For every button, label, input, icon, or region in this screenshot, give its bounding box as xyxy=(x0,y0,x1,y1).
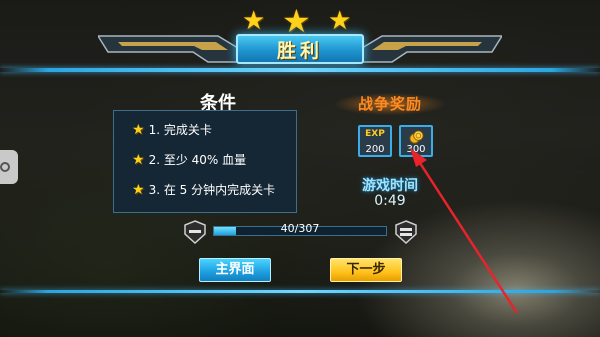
star-rating: ★ ★ ★ xyxy=(0,2,600,40)
banner-wing-left xyxy=(98,35,239,63)
side-menu-icon xyxy=(0,162,10,172)
next-step-button[interactable]: 下一步 xyxy=(330,258,402,282)
rank-badge-icon xyxy=(184,220,206,244)
star-icon: ★ xyxy=(132,121,145,138)
condition-number: 2. xyxy=(148,152,161,167)
conditions-panel: ★ 1. 完成关卡 ★ 2. 至少 40% 血量 ★ 3. 在 5 分钟内完成关… xyxy=(113,110,297,213)
star-icon: ★ xyxy=(132,181,145,198)
banner-wing-right xyxy=(361,35,502,63)
experience-text: 40/307 xyxy=(280,222,320,235)
condition-item: ★ 1. 完成关卡 xyxy=(132,121,212,138)
victory-banner: 胜利 xyxy=(236,34,364,64)
condition-item: ★ 3. 在 5 分钟内完成关卡 xyxy=(132,181,275,198)
coin-reward[interactable]: 300 xyxy=(399,125,433,157)
next-rank-badge-icon xyxy=(395,220,417,244)
condition-number: 1. xyxy=(148,122,161,137)
victory-title: 胜利 xyxy=(276,39,323,62)
exp-label: EXP xyxy=(365,129,385,139)
exp-value: 200 xyxy=(365,144,385,155)
condition-number: 3. xyxy=(148,182,161,197)
condition-text: 至少 40% 血量 xyxy=(163,153,247,167)
condition-text: 在 5 分钟内完成关卡 xyxy=(163,183,276,197)
game-time-value: 0:49 xyxy=(374,193,406,209)
exp-reward[interactable]: EXP 200 xyxy=(358,125,392,157)
condition-item: ★ 2. 至少 40% 血量 xyxy=(132,151,246,168)
bottom-divider-line xyxy=(0,290,600,293)
star-icon: ★ xyxy=(328,6,352,36)
game-time-label: 游戏时间 xyxy=(362,178,418,194)
condition-text: 完成关卡 xyxy=(163,123,212,137)
side-menu-button[interactable] xyxy=(0,150,18,184)
coin-icon xyxy=(409,130,424,144)
rewards-title: 战争奖励 xyxy=(335,93,445,115)
star-icon: ★ xyxy=(132,151,145,168)
coin-value: 300 xyxy=(406,144,426,155)
divider-line xyxy=(0,68,600,72)
main-menu-button[interactable]: 主界面 xyxy=(199,258,271,282)
